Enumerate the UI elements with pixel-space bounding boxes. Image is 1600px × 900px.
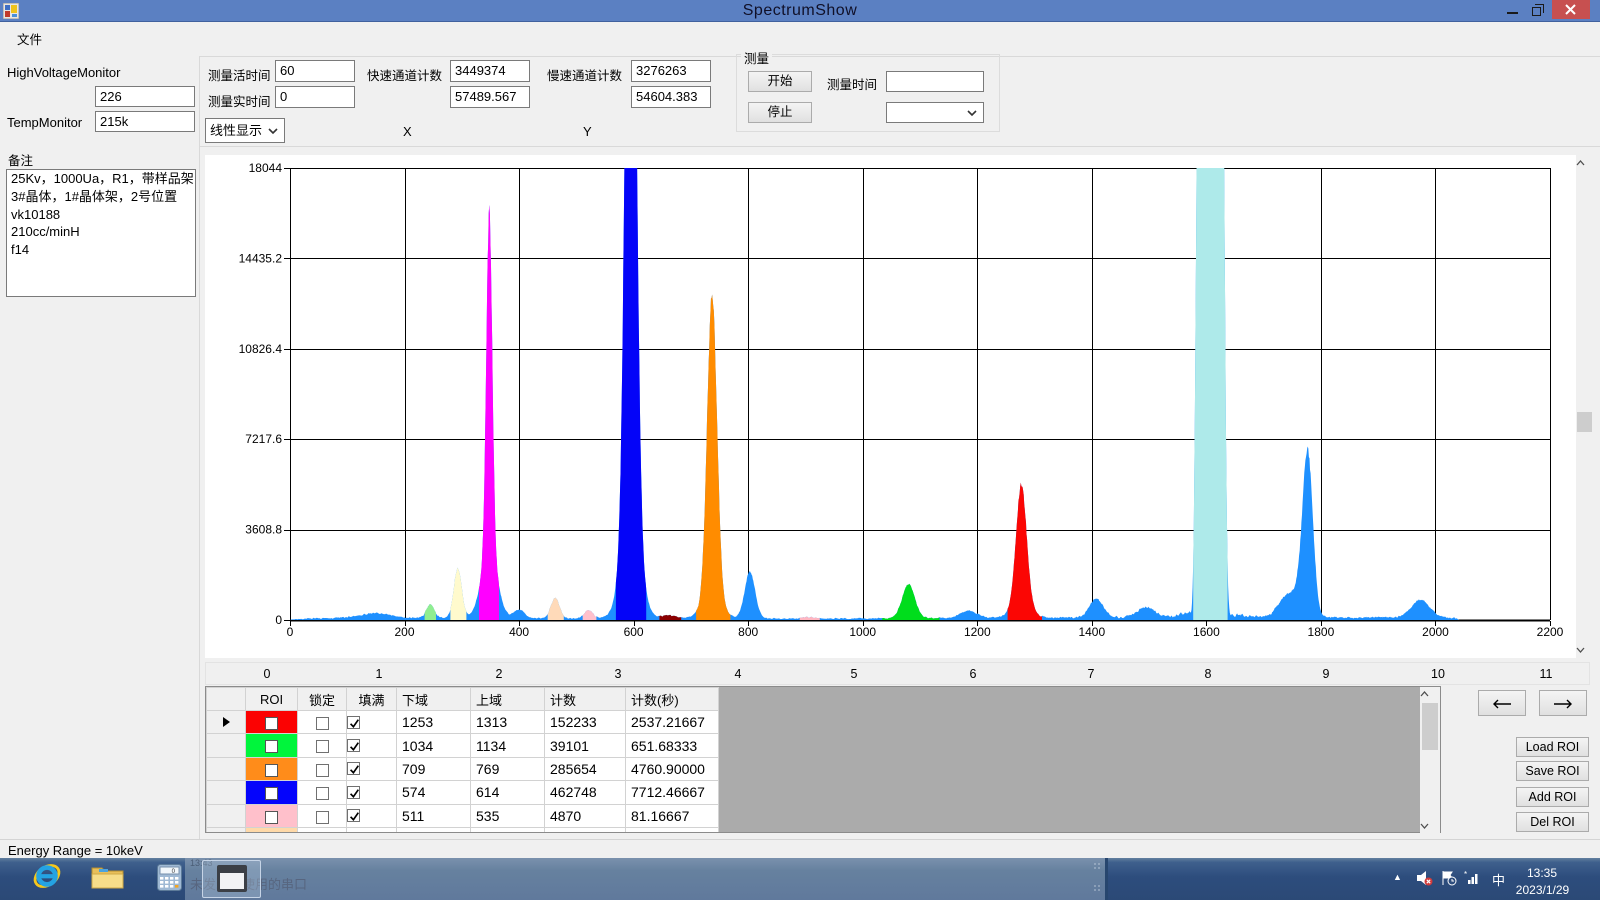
svg-text:18044: 18044 <box>249 161 283 175</box>
svg-text:200: 200 <box>394 625 414 639</box>
svg-text:2200: 2200 <box>1537 625 1564 639</box>
svg-text:14435.2: 14435.2 <box>239 251 283 265</box>
svg-text:1800: 1800 <box>1308 625 1335 639</box>
svg-text:800: 800 <box>738 625 758 639</box>
svg-text:3608.8: 3608.8 <box>245 523 282 537</box>
svg-text:1600: 1600 <box>1193 625 1220 639</box>
svg-text:1000: 1000 <box>849 625 876 639</box>
svg-text:2000: 2000 <box>1422 625 1449 639</box>
svg-text:400: 400 <box>509 625 529 639</box>
svg-text:7217.6: 7217.6 <box>245 432 282 446</box>
svg-text:*: * <box>1464 870 1467 879</box>
svg-text:1200: 1200 <box>964 625 991 639</box>
svg-text:10826.4: 10826.4 <box>239 342 283 356</box>
svg-text:0: 0 <box>287 625 294 639</box>
svg-text:1400: 1400 <box>1078 625 1105 639</box>
svg-text:600: 600 <box>624 625 644 639</box>
svg-text:0: 0 <box>275 613 282 627</box>
